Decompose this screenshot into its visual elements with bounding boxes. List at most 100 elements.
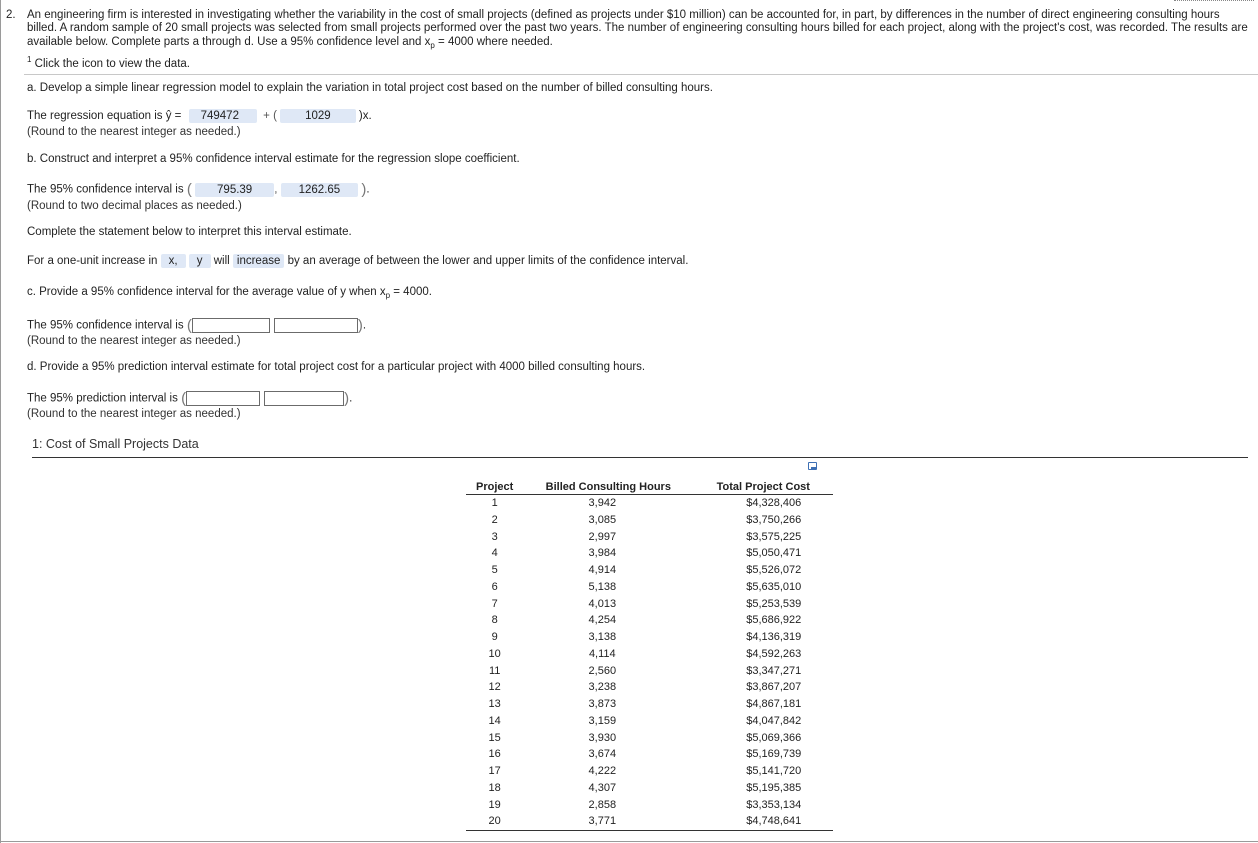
cell-project: 9 [491,631,498,643]
cell-hours: 3,984 [588,547,617,560]
table-row: 7 4,013 $5,253,539 [466,596,833,613]
cell-project: 10 [488,647,501,660]
cell-project: 2 [491,513,498,526]
cell-cost: $4,047,842 [746,714,802,727]
mean-ci-lower-input[interactable] [191,318,270,333]
cell-cost: $5,195,385 [746,781,802,794]
frame-left-border [0,0,1,843]
cell-cost: $5,141,720 [746,765,802,777]
table-row: 9 3,138 $4,136,319 [466,629,833,646]
cell-cost: $4,748,641 [693,813,834,832]
table-row: 5 4,914 $5,526,072 [466,562,833,579]
prediction-upper-input[interactable] [264,391,345,406]
cell-cost: $4,328,406 [746,497,802,509]
variable2-select[interactable]: y [188,254,211,268]
mean-ci-upper-input[interactable] [273,318,358,333]
slope-ci-lower-answer[interactable]: 795.39 [195,182,275,197]
interpret-statement: For a one-unit increase in x, y will inc… [27,254,688,268]
cell-hours: 3,138 [588,631,617,643]
table-row: 18 4,307 $5,195,385 [466,780,833,797]
column-header-hours: Billed Consulting Hours [523,479,694,495]
cell-project: 16 [488,748,501,761]
statement-end: by an average of between the lower and u… [287,255,689,267]
interpret-prompt: Complete the statement below to interpre… [27,226,352,238]
cell-hours: 2,858 [588,798,617,811]
table-row: 2 3,085 $3,750,266 [466,512,833,529]
cell-project: 6 [491,580,498,593]
cell-hours: 2,560 [588,664,617,677]
part-c-prompt: c. Provide a 95% confidence interval for… [27,286,432,300]
cell-project: 11 [488,664,501,677]
top-dotted-rule [1174,0,1254,3]
cell-cost: $5,635,010 [746,580,802,593]
part-c-prompt-text: c. Provide a 95% confidence interval for… [27,286,386,298]
part-d-prompt: d. Provide a 95% prediction interval est… [27,361,646,373]
cell-hours: 2,997 [588,530,617,543]
table-row: 10 4,114 $4,592,263 [466,646,833,663]
part-c-prompt-end: = 4000. [390,286,432,298]
table-row: 12 3,238 $3,867,207 [466,679,833,696]
data-panel-divider [32,457,1248,458]
cell-cost: $3,867,207 [746,681,802,694]
table-row: 11 2,560 $3,347,271 [466,663,833,680]
slope-answer[interactable]: 1029 [280,109,356,123]
cell-hours: 4,307 [588,781,617,794]
prediction-lead: The 95% prediction interval is [27,392,178,405]
cell-hours: 4,222 [588,765,617,777]
part-d-round-note: (Round to the nearest integer as needed.… [27,408,241,420]
cell-project: 19 [488,798,501,811]
cell-cost: $3,750,266 [746,513,802,526]
variable1-select[interactable]: x, [160,254,186,268]
cell-cost: $4,592,263 [746,647,802,660]
part-a-prompt: a. Develop a simple linear regression mo… [27,82,713,94]
cell-cost: $4,136,319 [746,631,802,643]
table-row: 8 4,254 $5,686,922 [466,612,833,629]
data-footnote[interactable]: 1 Click the icon to view the data. [27,55,190,70]
slope-ci-upper-answer[interactable]: 1262.65 [280,182,359,197]
cell-hours: 3,771 [523,813,694,832]
regression-lead: The regression equation is [27,110,166,122]
statement-lead: For a one-unit increase in [27,255,158,267]
footnote-marker: 1 [27,55,32,64]
direction-select[interactable]: increase [232,254,285,268]
cell-cost: $5,253,539 [746,597,802,610]
part-c-round-note: (Round to the nearest integer as needed.… [27,335,241,347]
regression-equation-line: The regression equation is ŷ = 749472 + … [27,109,372,123]
table-row: 20 3,771 $4,748,641 [466,813,834,832]
cell-cost: $5,526,072 [746,564,802,576]
mean-ci-lead: The 95% confidence interval is [27,319,184,332]
cell-cost: $5,686,922 [746,614,802,627]
cell-project: 20 [466,813,524,832]
cell-project: 14 [488,714,501,727]
prediction-interval-line: The 95% prediction interval is (). [27,390,353,407]
column-header-project: Project [466,479,524,495]
column-header-cost: Total Project Cost [693,479,834,495]
cell-cost: $5,169,739 [746,748,802,761]
cell-project: 4 [491,547,498,560]
statement-will: will [213,255,230,267]
table-body: 1 3,942 $4,328,406 2 3,085 $3,750,266 3 2,997 $3… [466,495,834,832]
frame-bottom-border [0,841,1258,842]
table-row: 19 2,858 $3,353,134 [466,797,833,814]
cell-cost: $5,050,471 [746,547,802,560]
table-row: 6 5,138 $5,635,010 [466,579,833,596]
close-paren-x: )x. [358,110,372,122]
prediction-lower-input[interactable] [186,391,261,406]
cell-project: 18 [488,781,501,794]
cell-project: 3 [491,530,498,543]
cell-hours: 3,674 [588,748,617,761]
data-panel-title: 1: Cost of Small Projects Data [32,437,199,451]
table-row: 16 3,674 $5,169,739 [466,746,833,763]
cell-hours: 3,930 [588,731,617,744]
copy-icon[interactable] [808,462,817,470]
equals-sign: = [171,110,182,122]
part-b-prompt: b. Construct and interpret a 95% confide… [27,153,520,165]
cell-project: 8 [491,614,498,627]
table-row: 14 3,159 $4,047,842 [466,713,833,730]
intercept-answer[interactable]: 749472 [188,109,257,123]
mean-ci-line: The 95% confidence interval is (). [27,317,367,334]
table-row: 15 3,930 $5,069,366 [466,730,833,747]
cell-project: 5 [491,564,498,576]
cell-cost: $3,575,225 [746,530,802,543]
table-row: 1 3,942 $4,328,406 [466,495,833,512]
